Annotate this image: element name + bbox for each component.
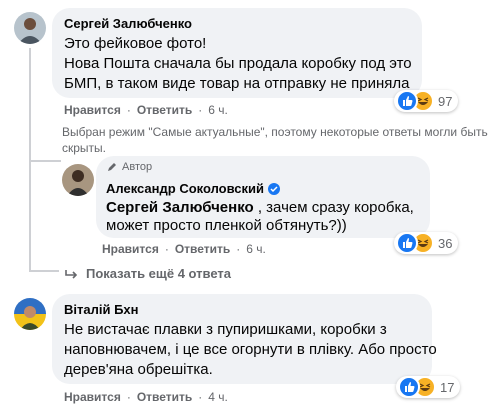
reply-button[interactable]: Ответить [175, 242, 230, 256]
comment-bubble: Віталій Бхн Не вистачає плавки з пупириш… [52, 294, 437, 384]
reaction-summary[interactable]: 36 [394, 232, 459, 254]
reaction-count: 17 [440, 379, 455, 395]
comment-actions: Нравится · Ответить · 6 ч. [102, 242, 266, 256]
comment-author[interactable]: Сергей Залюбченко [64, 16, 192, 31]
like-icon [396, 90, 418, 112]
pencil-icon [108, 163, 116, 171]
comment-text-line: дерев'яна обрешітка. [64, 361, 213, 378]
avatar[interactable] [62, 164, 94, 196]
like-button[interactable]: Нравится [102, 242, 159, 256]
comment-text-line: может просто пленкой обтянуть?)) [106, 217, 347, 234]
timestamp[interactable]: 6 ч. [208, 103, 228, 117]
separator-dot: · [126, 390, 131, 404]
thread-branch [29, 160, 61, 162]
like-button[interactable]: Нравится [64, 390, 121, 404]
author-badge-label: Автор [122, 161, 153, 173]
comment-bubble: Автор Александр Соколовский Сергей Залюб… [96, 156, 430, 238]
show-more-replies[interactable]: Показать ещё 4 ответа [64, 266, 231, 281]
avatar[interactable] [14, 12, 46, 44]
mode-note-line: скрыты. [62, 141, 107, 155]
reply-button[interactable]: Ответить [137, 103, 192, 117]
comment-text-line: наповнювачем, і це все огорнути в плівку… [64, 341, 437, 358]
comment-text-line: Это фейковое фото! [64, 35, 207, 52]
reply-arrow-icon [65, 269, 78, 279]
comment-bubble: Сергей Залюбченко Это фейковое фото! Нов… [52, 8, 422, 98]
reply-button[interactable]: Ответить [137, 390, 192, 404]
comment-text-line: Нова Пошта сначала бы продала коробку по… [64, 55, 412, 72]
author-badge: Автор [106, 161, 152, 173]
comment-text-line: Не вистачає плавки з пупиришками, коробк… [64, 321, 387, 338]
separator-dot: · [198, 103, 203, 117]
comment-text-line: БМП, в таком виде товар на отправку не п… [64, 75, 410, 92]
thread-line [29, 48, 31, 270]
comment-actions: Нравится · Ответить · 6 ч. [64, 103, 228, 117]
separator-dot: · [126, 103, 131, 117]
reaction-count: 36 [438, 235, 453, 251]
author-row: Александр Соколовский [106, 181, 281, 196]
comment-text: , зачем сразу коробка, [253, 199, 414, 216]
reaction-summary[interactable]: 97 [394, 90, 459, 112]
reaction-summary[interactable]: 17 [396, 376, 461, 398]
show-more-label[interactable]: Показать ещё 4 ответа [86, 266, 231, 281]
timestamp[interactable]: 4 ч. [208, 390, 228, 404]
separator-dot: · [164, 242, 169, 256]
mention-link[interactable]: Сергей Залюбченко [106, 199, 254, 216]
comment-text-line: Сергей Залюбченко , зачем сразу коробка, [106, 198, 414, 218]
comment-actions: Нравится · Ответить · 4 ч. [64, 390, 228, 404]
like-icon [396, 232, 418, 254]
verified-icon [268, 182, 281, 195]
mode-note-line: Выбран режим "Самые актуальные", поэтому… [62, 125, 488, 139]
timestamp[interactable]: 6 ч. [246, 242, 266, 256]
comment-author[interactable]: Александр Соколовский [106, 181, 264, 196]
comment-author[interactable]: Віталій Бхн [64, 302, 139, 317]
like-button[interactable]: Нравится [64, 103, 121, 117]
mode-note: Выбран режим "Самые актуальные", поэтому… [62, 124, 492, 156]
reaction-count: 97 [438, 93, 453, 109]
like-icon [398, 376, 420, 398]
avatar[interactable] [14, 298, 46, 330]
separator-dot: · [198, 390, 203, 404]
thread-branch [29, 270, 59, 272]
separator-dot: · [236, 242, 241, 256]
